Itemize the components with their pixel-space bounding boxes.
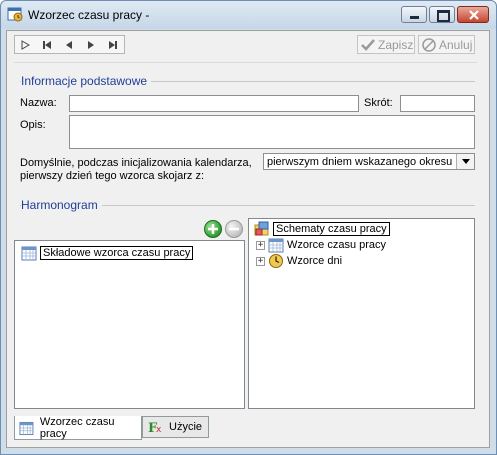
basic-section-title: Informacje podstawowe — [21, 74, 152, 88]
cancel-label: Anuluj — [439, 37, 473, 52]
remove-component-button[interactable] — [225, 220, 243, 238]
tree-root-components-label: Składowe wzorca czasu pracy — [40, 246, 194, 260]
description-label: Opis: — [20, 119, 46, 131]
tab-work-pattern-label: Wzorzec czasu pracy — [39, 415, 115, 440]
checkmark-icon — [361, 38, 375, 52]
maximize-button[interactable] — [429, 6, 455, 23]
tab-usage[interactable]: F x Użycie — [142, 416, 209, 438]
schemas-tree-panel[interactable]: Schematy czasu pracy + Wzorce czasu prac… — [248, 218, 475, 409]
cancel-icon — [422, 37, 436, 52]
tree-root-components[interactable]: Składowe wzorca czasu pracy — [21, 245, 194, 261]
skip-to-start-icon — [43, 40, 51, 49]
play-outline-icon — [21, 39, 30, 50]
svg-text:x: x — [156, 425, 162, 435]
add-component-button[interactable] — [204, 220, 222, 238]
tree-root-schemas-label: Schematy czasu pracy — [273, 222, 390, 236]
components-tree-panel[interactable]: Składowe wzorca czasu pracy — [14, 240, 245, 409]
go-last-button[interactable] — [104, 36, 122, 53]
close-button[interactable] — [457, 6, 489, 23]
arrow-right-icon — [88, 40, 94, 49]
arrow-left-icon — [66, 40, 72, 49]
close-icon — [469, 10, 479, 20]
default-day-value: pierwszym dniem wskazanego okresu — [267, 156, 453, 168]
function-icon: F x — [148, 421, 162, 435]
minimize-button[interactable] — [401, 6, 427, 23]
calendar-grid-icon — [19, 421, 34, 435]
description-textarea[interactable] — [69, 115, 475, 149]
minimize-icon — [410, 16, 419, 19]
name-input[interactable] — [69, 95, 359, 112]
default-day-select[interactable]: pierwszym dniem wskazanego okresu — [263, 153, 475, 170]
calendar-grid-icon — [21, 246, 37, 261]
tab-work-pattern[interactable]: Wzorzec czasu pracy — [14, 416, 142, 440]
short-input[interactable] — [400, 95, 475, 112]
record-navigation — [14, 35, 125, 54]
chevron-down-icon[interactable] — [456, 154, 474, 169]
cancel-button[interactable]: Anuluj — [418, 35, 475, 54]
save-label: Zapisz — [378, 37, 414, 52]
title-bar: Wzorzec czasu pracy - — [1, 1, 496, 29]
schedule-section-title: Harmonogram — [21, 198, 102, 212]
tab-usage-label: Użycie — [169, 421, 203, 433]
folder-schemas-icon — [254, 221, 269, 236]
save-button[interactable]: Zapisz — [357, 35, 415, 54]
toolbar-separator — [14, 62, 477, 63]
expand-icon[interactable]: + — [256, 256, 265, 266]
first-record-button[interactable] — [16, 36, 34, 53]
tree-item-day-patterns-label: Wzorce dni — [287, 255, 343, 267]
name-label: Nazwa: — [20, 97, 57, 109]
minus-icon — [229, 227, 239, 231]
plus-icon — [208, 224, 218, 234]
short-label: Skrót: — [364, 97, 393, 109]
clock-icon — [269, 254, 283, 268]
tree-item-work-patterns-label: Wzorce czasu pracy — [287, 239, 387, 251]
go-first-button[interactable] — [38, 36, 56, 53]
tree-item-work-patterns[interactable]: + Wzorce czasu pracy — [256, 237, 386, 253]
calendar-app-icon — [7, 7, 23, 22]
tree-item-day-patterns[interactable]: + Wzorce dni — [256, 253, 342, 269]
expand-icon[interactable]: + — [256, 240, 265, 250]
default-label-line1: Domyślnie, podczas inicjalizowania kalen… — [20, 157, 252, 169]
maximize-icon — [437, 10, 450, 22]
next-button[interactable] — [82, 36, 100, 53]
bottom-tabs: Wzorzec czasu pracy F x Użycie — [14, 416, 484, 440]
previous-button[interactable] — [60, 36, 78, 53]
skip-to-end-icon — [109, 40, 117, 49]
window-title: Wzorzec czasu pracy - — [28, 8, 150, 22]
tree-root-schemas[interactable]: Schematy czasu pracy — [254, 221, 390, 237]
calendar-grid-icon — [268, 238, 284, 253]
default-label-line2: pierwszy dzień tego wzorca skojarz z: — [20, 170, 205, 182]
